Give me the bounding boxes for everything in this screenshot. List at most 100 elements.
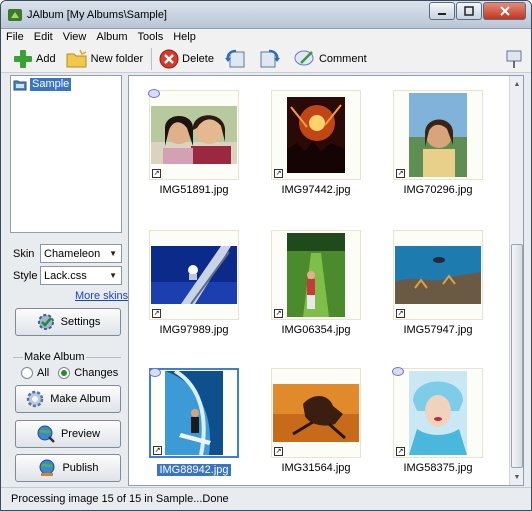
album-folder-icon (13, 80, 27, 90)
thumbnail-caption: IMG57947.jpg (403, 324, 473, 336)
radio-changes[interactable] (58, 367, 71, 379)
maximize-button[interactable] (456, 2, 482, 20)
settings-button-label: Settings (60, 316, 101, 328)
tree-item-sample[interactable]: Sample (13, 78, 72, 91)
title-bar[interactable]: JAlbum [My Albums\Sample] (1, 1, 531, 29)
preview-button[interactable]: Preview (15, 420, 121, 448)
thumbnail-caption: IMG70296.jpg (403, 184, 473, 196)
shortcut-arrow-icon: ↗ (274, 169, 283, 178)
image-gallery[interactable]: ↗ IMG51891.jpg ↗ IMG97442.jpg ↗ IMG70296… (128, 75, 524, 486)
thumbnail-item[interactable]: ↗ IMG57947.jpg (379, 230, 489, 346)
menu-view[interactable]: View (58, 29, 92, 45)
close-button[interactable] (483, 2, 526, 20)
comment-label: Comment (318, 52, 367, 65)
comment-bubble-icon (148, 89, 160, 98)
toolbar: Add New folder Delete Comment (1, 45, 531, 73)
rotate-right-icon (260, 49, 280, 67)
menu-help[interactable]: Help (168, 29, 201, 45)
shortcut-arrow-icon: ↗ (152, 309, 161, 318)
thumbnail-frame: ↗ (393, 230, 483, 320)
scroll-down-arrow-icon[interactable]: ▼ (511, 470, 523, 484)
thumbnail-image (273, 384, 359, 442)
thumbnail-image (409, 371, 467, 455)
shortcut-arrow-icon: ↗ (396, 309, 405, 318)
shortcut-arrow-icon: ↗ (396, 447, 405, 456)
minimize-icon (438, 13, 446, 15)
style-select[interactable]: Lack.css ▼ (40, 266, 122, 285)
tree-item-label: Sample (30, 78, 72, 91)
thumbnail-image (165, 371, 223, 455)
thumbnail-item[interactable]: ↗ IMG97989.jpg (135, 230, 245, 346)
preview-button-label: Preview (60, 428, 101, 440)
thumbnail-image (409, 93, 467, 177)
delete-label: Delete (182, 52, 214, 65)
radio-changes-label: Changes (74, 367, 119, 379)
thumbnail-frame: ↗ (271, 90, 361, 180)
thumbnail-caption: IMG97442.jpg (281, 184, 351, 196)
comment-button[interactable]: Comment (292, 47, 369, 71)
make-album-button-label: Make Album (50, 393, 111, 405)
rotate-left-icon (224, 49, 245, 67)
thumbnail-item[interactable]: ↗ IMG88942.jpg (135, 368, 245, 484)
jalbum-window: JAlbum [My Albums\Sample] File Edit View… (0, 0, 532, 511)
scrollbar-thumb[interactable] (511, 244, 523, 468)
gallery-scrollbar[interactable]: ▲ ▼ (509, 76, 523, 485)
chevron-down-icon: ▼ (109, 271, 117, 280)
thumbnail-caption: IMG06354.jpg (281, 324, 351, 336)
radio-all[interactable] (21, 367, 33, 379)
style-row: Style Lack.css ▼ (13, 266, 122, 285)
minimize-button[interactable] (429, 2, 455, 20)
menu-tools[interactable]: Tools (133, 29, 169, 45)
shortcut-arrow-icon: ↗ (152, 169, 161, 178)
rotate-left-button[interactable] (222, 47, 251, 71)
thumbnail-frame: ↗ (271, 230, 361, 320)
thumbnail-item[interactable]: ↗ IMG51891.jpg (135, 89, 245, 206)
more-skins-link[interactable]: More skins (75, 290, 128, 302)
thumbnail-caption: IMG58375.jpg (403, 462, 473, 474)
maximize-icon (464, 6, 474, 16)
new-folder-label: New folder (90, 52, 144, 65)
comment-bubble-icon (149, 368, 161, 377)
thumbnail-frame: ↗ (392, 367, 483, 458)
thumbnail-item[interactable]: ↗ IMG58375.jpg (379, 367, 489, 484)
rotate-right-button[interactable] (257, 47, 286, 71)
thumbnail-item[interactable]: ↗ IMG97442.jpg (257, 90, 367, 206)
shortcut-arrow-icon: ↗ (396, 169, 405, 178)
thumbnail-frame-selected: ↗ (149, 368, 239, 458)
thumbnail-frame: ↗ (271, 368, 361, 458)
menu-file[interactable]: File (1, 29, 29, 45)
menu-edit[interactable]: Edit (29, 29, 58, 45)
publish-globe-icon (39, 459, 55, 476)
album-tree[interactable]: Sample (10, 75, 122, 233)
menu-album[interactable]: Album (91, 29, 132, 45)
status-bar: Processing image 15 of 15 in Sample...Do… (1, 487, 531, 510)
thumbnail-caption: IMG51891.jpg (159, 184, 229, 196)
thumbnail-item[interactable]: ↗ IMG70296.jpg (379, 90, 489, 206)
skin-select[interactable]: Chameleon ▼ (40, 244, 122, 263)
scroll-up-arrow-icon[interactable]: ▲ (511, 77, 523, 91)
make-album-mode: All Changes (21, 367, 118, 379)
settings-gear-icon (37, 314, 54, 330)
window-controls (429, 2, 526, 20)
shortcut-arrow-icon: ↗ (153, 446, 162, 455)
shortcut-arrow-icon: ↗ (274, 447, 283, 456)
make-album-group-label: Make Album (23, 351, 86, 363)
make-album-button[interactable]: Make Album (15, 385, 121, 413)
thumbnail-item[interactable]: ↗ IMG31564.jpg (257, 368, 367, 484)
window-title: JAlbum [My Albums\Sample] (27, 9, 167, 21)
make-album-gear-icon (26, 390, 44, 408)
menu-bar: File Edit View Album Tools Help (1, 29, 531, 45)
radio-all-label: All (37, 367, 50, 379)
add-button[interactable]: Add (11, 47, 58, 71)
new-folder-button[interactable]: New folder (64, 47, 146, 71)
settings-button[interactable]: Settings (15, 308, 121, 336)
publish-button[interactable]: Publish (15, 454, 121, 482)
delete-button[interactable]: Delete (157, 47, 216, 71)
chevron-down-icon: ▼ (109, 249, 117, 258)
thumbnail-image (395, 246, 481, 304)
comment-bubble-icon (392, 367, 404, 376)
thumbnail-frame: ↗ (393, 90, 483, 180)
pin-button[interactable] (505, 49, 523, 72)
thumbnail-item[interactable]: ↗ IMG06354.jpg (257, 230, 367, 346)
thumbnail-caption-selected: IMG88942.jpg (157, 464, 231, 476)
